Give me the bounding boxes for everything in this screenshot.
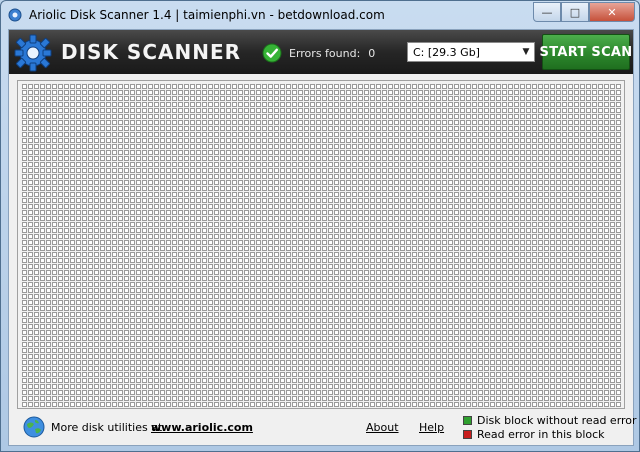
check-icon xyxy=(262,43,282,63)
errors-indicator: Errors found: 0 xyxy=(262,43,375,63)
drive-select[interactable]: C: [29.3 Gb] ▼ xyxy=(407,42,535,62)
disk-block-map xyxy=(17,80,625,409)
window-title: Ariolic Disk Scanner 1.4 | taimienphi.vn… xyxy=(29,8,385,22)
block-legend: Disk block without read error Read error… xyxy=(455,412,637,444)
client-area: DISK SCANNER Errors found: 0 C: [29.3 Gb… xyxy=(8,29,637,446)
app-window: Ariolic Disk Scanner 1.4 | taimienphi.vn… xyxy=(0,0,640,452)
maximize-button[interactable]: □ xyxy=(561,2,589,22)
close-button[interactable]: ✕ xyxy=(589,2,635,22)
chevron-down-icon[interactable]: ▼ xyxy=(518,43,534,61)
help-link[interactable]: Help xyxy=(419,421,444,434)
legend-error-label: Read error in this block xyxy=(477,428,605,441)
header-bar: DISK SCANNER Errors found: 0 C: [29.3 Gb… xyxy=(9,30,633,74)
errors-count: 0 xyxy=(368,46,376,60)
legend-error: Read error in this block xyxy=(463,428,605,441)
drive-select-value: C: [29.3 Gb] xyxy=(413,45,480,59)
footer-bar: More disk utilities at www.ariolic.com A… xyxy=(9,411,637,445)
error-block-swatch xyxy=(463,430,472,439)
start-scan-button[interactable]: START SCAN xyxy=(540,34,632,70)
title-bar[interactable]: Ariolic Disk Scanner 1.4 | taimienphi.vn… xyxy=(1,1,639,29)
errors-label: Errors found: xyxy=(289,46,361,60)
globe-icon xyxy=(23,416,45,438)
app-brand-title: DISK SCANNER xyxy=(61,40,242,64)
caption-buttons: — □ ✕ xyxy=(533,2,635,22)
legend-ok: Disk block without read error xyxy=(463,414,637,427)
gear-icon xyxy=(14,34,52,72)
gear-app-icon xyxy=(8,8,22,22)
ok-block-swatch xyxy=(463,416,472,425)
ariolic-website-link[interactable]: www.ariolic.com xyxy=(151,421,253,434)
block-grid xyxy=(22,84,621,407)
minimize-button[interactable]: — xyxy=(533,2,561,22)
about-link[interactable]: About xyxy=(366,421,399,434)
legend-ok-label: Disk block without read error xyxy=(477,414,637,427)
more-utilities-text: More disk utilities at xyxy=(51,421,163,434)
